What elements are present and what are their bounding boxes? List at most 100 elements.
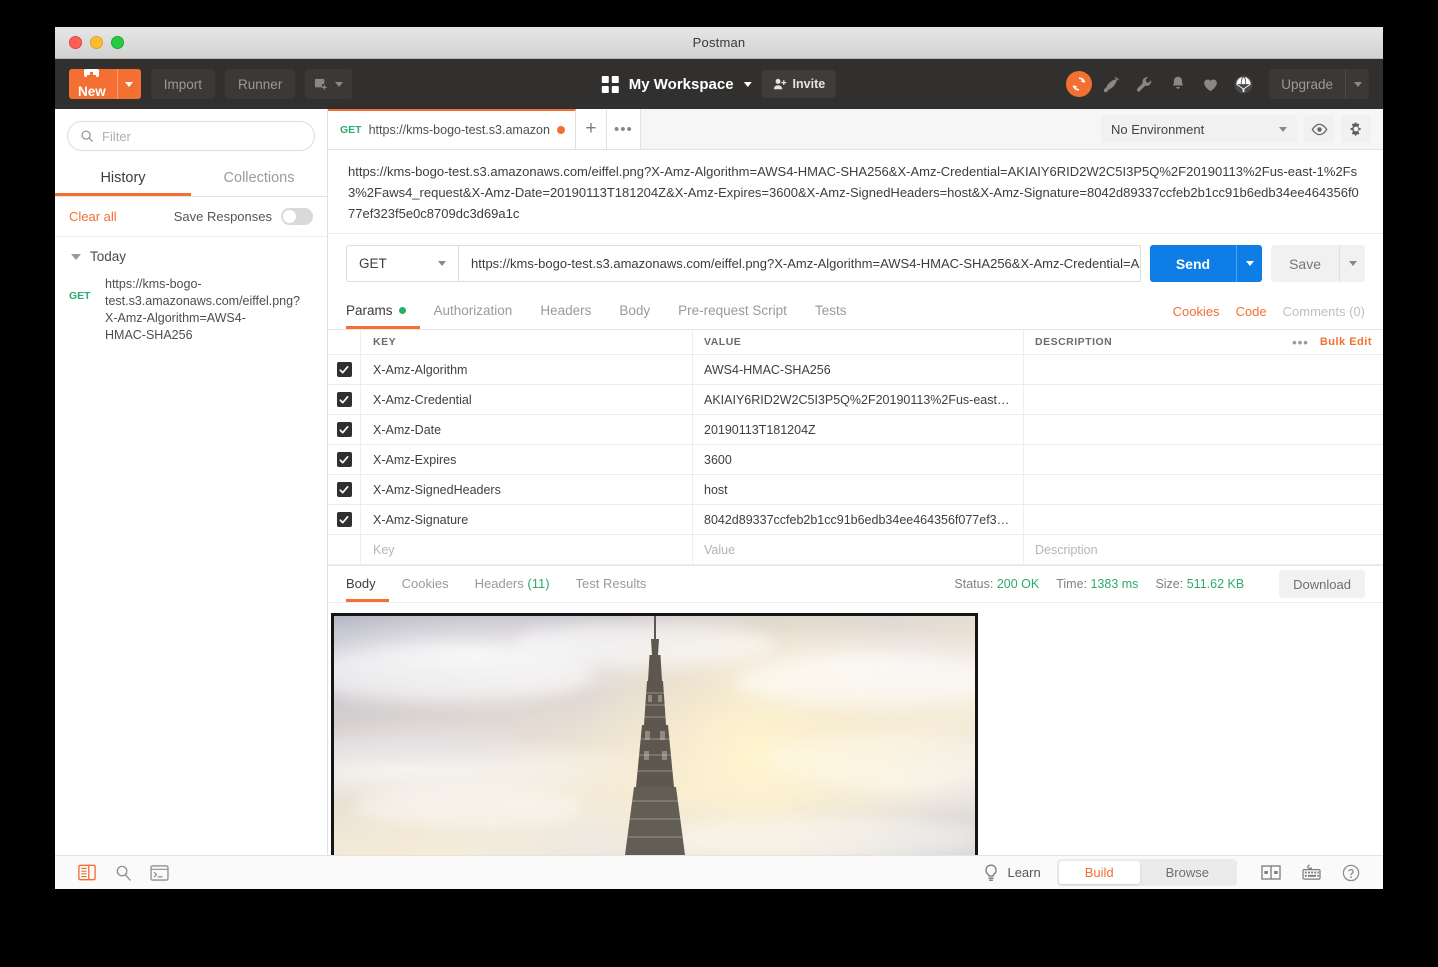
param-description-cell[interactable] <box>1024 385 1383 414</box>
param-value-cell[interactable]: 20190113T181204Z <box>693 415 1024 444</box>
history-group-today[interactable]: Today <box>55 237 327 274</box>
request-tab[interactable]: GET https://kms-bogo-test.s3.amazon <box>328 109 576 149</box>
tab-authorization[interactable]: Authorization <box>420 293 527 329</box>
search-input[interactable]: Filter <box>67 121 315 151</box>
new-button[interactable]: New <box>69 69 141 99</box>
clear-all-button[interactable]: Clear all <box>69 209 117 224</box>
save-button[interactable]: Save <box>1271 245 1339 282</box>
environment-settings-button[interactable] <box>1341 115 1371 143</box>
new-param-key-input[interactable]: Key <box>361 535 693 564</box>
environment-quick-look-button[interactable] <box>1304 115 1334 143</box>
invite-button[interactable]: Invite <box>761 70 837 98</box>
row-checkbox-cell[interactable] <box>328 385 361 414</box>
param-description-cell[interactable] <box>1024 475 1383 504</box>
param-value-cell[interactable]: host <box>693 475 1024 504</box>
param-description-cell[interactable] <box>1024 415 1383 444</box>
param-key-cell[interactable]: X-Amz-SignedHeaders <box>361 475 693 504</box>
console-button[interactable] <box>141 864 177 881</box>
cookies-link[interactable]: Cookies <box>1173 304 1220 319</box>
api-network-button[interactable] <box>1095 68 1128 100</box>
url-input[interactable]: https://kms-bogo-test.s3.amazonaws.com/e… <box>458 245 1141 282</box>
checkbox-checked-icon[interactable] <box>336 392 352 407</box>
table-row[interactable]: X-Amz-Credential AKIAIY6RID2W2C5I3P5Q%2F… <box>328 385 1383 415</box>
favorites-button[interactable] <box>1194 68 1227 100</box>
mode-build-button[interactable]: Build <box>1058 861 1140 884</box>
response-tab-body[interactable]: Body <box>346 566 389 602</box>
help-button[interactable] <box>1333 864 1369 882</box>
list-item[interactable]: GET https://kms-bogo-test.s3.amazonaws.c… <box>55 274 327 352</box>
save-options-button[interactable] <box>1339 245 1365 282</box>
environment-select[interactable]: No Environment <box>1101 115 1297 143</box>
row-checkbox-cell[interactable] <box>328 445 361 474</box>
save-responses-control[interactable]: Save Responses <box>174 208 313 225</box>
workspace-selector[interactable]: My Workspace Invite <box>601 70 837 98</box>
row-checkbox-cell[interactable] <box>328 475 361 504</box>
response-tab-cookies[interactable]: Cookies <box>389 566 462 602</box>
table-row-empty[interactable]: Key Value Description <box>328 535 1383 565</box>
new-window-button[interactable] <box>305 69 353 99</box>
new-dropdown-button[interactable] <box>116 69 141 99</box>
runner-button[interactable]: Runner <box>225 69 296 99</box>
tab-pre-request-script[interactable]: Pre-request Script <box>664 293 801 329</box>
row-checkbox-cell[interactable] <box>328 415 361 444</box>
upgrade-button[interactable]: Upgrade <box>1269 69 1369 99</box>
new-tab-button[interactable]: + <box>575 109 607 149</box>
param-description-cell[interactable] <box>1024 355 1383 384</box>
new-param-description-input[interactable]: Description <box>1024 535 1383 564</box>
param-value-cell[interactable]: AKIAIY6RID2W2C5I3P5Q%2F20190113%2Fus-eas… <box>693 385 1024 414</box>
row-checkbox-cell[interactable] <box>328 355 361 384</box>
send-options-button[interactable] <box>1236 245 1263 282</box>
table-row[interactable]: X-Amz-Signature 8042d89337ccfeb2b1cc91b6… <box>328 505 1383 535</box>
checkbox-checked-icon[interactable] <box>336 482 352 497</box>
comments-link[interactable]: Comments (0) <box>1283 304 1365 319</box>
param-description-cell[interactable] <box>1024 445 1383 474</box>
mode-browse-button[interactable]: Browse <box>1140 861 1235 884</box>
notifications-button[interactable] <box>1161 68 1194 100</box>
checkbox-checked-icon[interactable] <box>336 422 352 437</box>
search-button[interactable] <box>105 864 141 881</box>
param-value-cell[interactable]: 8042d89337ccfeb2b1cc91b6edb34ee464356f07… <box>693 505 1024 534</box>
save-responses-toggle[interactable] <box>281 208 313 225</box>
parachute-button[interactable] <box>1227 68 1260 100</box>
tab-headers[interactable]: Headers <box>526 293 605 329</box>
sync-button[interactable] <box>1062 68 1095 100</box>
settings-wrench-button[interactable] <box>1128 68 1161 100</box>
param-key-cell[interactable]: X-Amz-Algorithm <box>361 355 693 384</box>
checkbox-checked-icon[interactable] <box>336 512 352 527</box>
checkbox-checked-icon[interactable] <box>336 362 352 377</box>
keyboard-shortcuts-button[interactable] <box>1293 864 1329 881</box>
table-row[interactable]: X-Amz-SignedHeaders host <box>328 475 1383 505</box>
ellipsis-icon[interactable]: ••• <box>1292 335 1309 350</box>
param-key-cell[interactable]: X-Amz-Expires <box>361 445 693 474</box>
table-row[interactable]: X-Amz-Expires 3600 <box>328 445 1383 475</box>
param-key-cell[interactable]: X-Amz-Date <box>361 415 693 444</box>
response-tab-test-results[interactable]: Test Results <box>563 566 660 602</box>
sidebar-toggle-button[interactable] <box>69 864 105 881</box>
download-button[interactable]: Download <box>1279 570 1365 598</box>
sidebar-tab-history[interactable]: History <box>55 161 191 196</box>
param-description-cell[interactable] <box>1024 505 1383 534</box>
response-tab-headers[interactable]: Headers (11) <box>462 566 563 602</box>
new-param-value-input[interactable]: Value <box>693 535 1024 564</box>
upgrade-dropdown-button[interactable] <box>1345 69 1369 99</box>
method-select[interactable]: GET <box>346 245 458 282</box>
param-value-cell[interactable]: AWS4-HMAC-SHA256 <box>693 355 1024 384</box>
row-checkbox-cell[interactable] <box>328 505 361 534</box>
layout-two-pane-button[interactable] <box>1253 865 1289 880</box>
table-row[interactable]: X-Amz-Date 20190113T181204Z <box>328 415 1383 445</box>
send-button[interactable]: Send <box>1149 245 1237 282</box>
param-key-cell[interactable]: X-Amz-Signature <box>361 505 693 534</box>
import-button[interactable]: Import <box>150 69 216 99</box>
sidebar-tab-collections[interactable]: Collections <box>191 161 327 196</box>
param-value-cell[interactable]: 3600 <box>693 445 1024 474</box>
learn-button[interactable]: Learn <box>983 864 1041 882</box>
code-link[interactable]: Code <box>1236 304 1267 319</box>
tab-params[interactable]: Params <box>346 293 420 329</box>
tab-options-button[interactable]: ••• <box>606 109 641 149</box>
checkbox-checked-icon[interactable] <box>336 452 352 467</box>
table-row[interactable]: X-Amz-Algorithm AWS4-HMAC-SHA256 <box>328 355 1383 385</box>
tab-body[interactable]: Body <box>605 293 664 329</box>
tab-tests[interactable]: Tests <box>801 293 861 329</box>
param-key-cell[interactable]: X-Amz-Credential <box>361 385 693 414</box>
bulk-edit-button[interactable]: Bulk Edit <box>1320 336 1372 348</box>
